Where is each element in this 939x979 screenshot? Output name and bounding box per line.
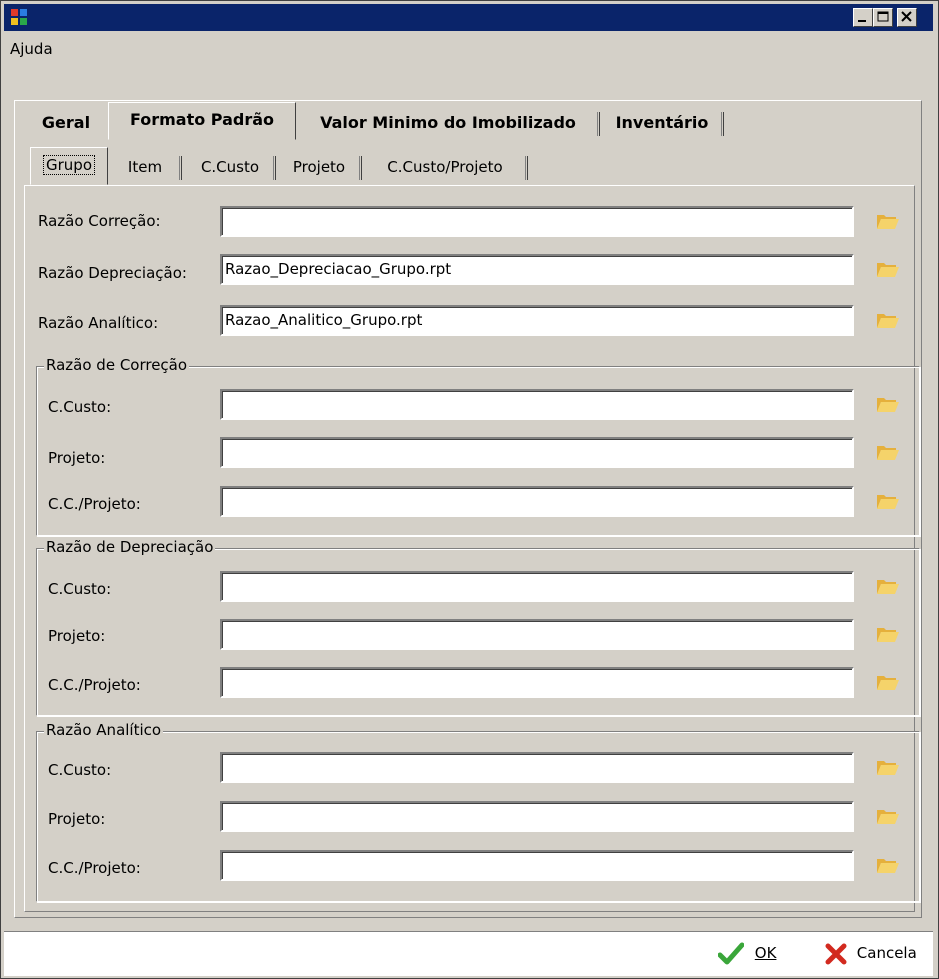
subtab-projeto[interactable]: Projeto bbox=[276, 150, 362, 184]
menu-bar: Ajuda bbox=[4, 34, 933, 64]
depreciacao-cc-projeto-input[interactable] bbox=[220, 667, 854, 698]
folder-open-icon[interactable] bbox=[876, 624, 900, 644]
group-title: Razão Analítico bbox=[44, 721, 164, 739]
tab-geral-label: Geral bbox=[41, 113, 91, 132]
row-label: Projeto: bbox=[48, 449, 106, 467]
row-label: C.C./Projeto: bbox=[48, 859, 141, 877]
ok-button[interactable]: OK bbox=[717, 938, 777, 968]
close-icon bbox=[901, 11, 912, 22]
minimize-icon bbox=[858, 20, 866, 22]
tab-formato-padrao[interactable]: Formato Padrão bbox=[108, 102, 296, 140]
cancel-label: Cancela bbox=[856, 944, 917, 962]
group-title: Razão de Depreciação bbox=[44, 538, 216, 556]
tab-valor-minimo[interactable]: Valor Minimo do Imobilizado bbox=[296, 106, 600, 140]
close-button[interactable] bbox=[897, 8, 917, 27]
tab-inventario-label: Inventário bbox=[615, 113, 709, 132]
tab-separator bbox=[721, 112, 724, 136]
group-title: Razão de Correção bbox=[44, 356, 190, 374]
tab-valor-minimo-label: Valor Minimo do Imobilizado bbox=[320, 113, 576, 132]
razao-depreciacao-label: Razão Depreciação: bbox=[38, 264, 187, 282]
cancel-x-icon bbox=[825, 943, 847, 964]
tab-geral[interactable]: Geral bbox=[30, 106, 102, 140]
title-bar bbox=[4, 4, 933, 31]
razao-correcao-label: Razão Correção: bbox=[38, 212, 161, 230]
razao-analitico-input[interactable]: Razao_Analitico_Grupo.rpt bbox=[220, 305, 854, 336]
row-label: C.Custo: bbox=[48, 580, 112, 598]
row-label: Projeto: bbox=[48, 810, 106, 828]
folder-open-icon[interactable] bbox=[876, 442, 900, 462]
subtab-ccusto-projeto-label: C.Custo/Projeto bbox=[387, 158, 503, 176]
analitico-cc-projeto-input[interactable] bbox=[220, 850, 854, 881]
folder-open-icon[interactable] bbox=[876, 259, 900, 279]
row-label: C.C./Projeto: bbox=[48, 676, 141, 694]
folder-open-icon[interactable] bbox=[876, 806, 900, 826]
depreciacao-ccusto-input[interactable] bbox=[220, 571, 854, 602]
analitico-projeto-input[interactable] bbox=[220, 801, 854, 832]
subtab-grupo[interactable]: Grupo bbox=[30, 147, 108, 185]
row-label: C.Custo: bbox=[48, 398, 112, 416]
folder-open-icon[interactable] bbox=[876, 855, 900, 875]
tab-separator bbox=[179, 156, 182, 180]
correcao-ccusto-input[interactable] bbox=[220, 389, 854, 420]
folder-open-icon[interactable] bbox=[876, 672, 900, 692]
razao-analitico-label: Razão Analítico: bbox=[38, 314, 159, 332]
razao-depreciacao-input[interactable]: Razao_Depreciacao_Grupo.rpt bbox=[220, 254, 854, 285]
checkmark-icon bbox=[717, 942, 745, 964]
row-label: C.Custo: bbox=[48, 761, 112, 779]
analitico-ccusto-input[interactable] bbox=[220, 752, 854, 783]
tab-formato-padrao-label: Formato Padrão bbox=[129, 110, 275, 129]
folder-open-icon[interactable] bbox=[876, 491, 900, 511]
footer-bar bbox=[4, 931, 933, 976]
folder-open-icon[interactable] bbox=[876, 394, 900, 414]
subtab-grupo-label: Grupo bbox=[43, 155, 95, 175]
razao-correcao-input[interactable] bbox=[220, 206, 854, 237]
ok-label: OK bbox=[754, 944, 777, 962]
row-label: Projeto: bbox=[48, 627, 106, 645]
folder-open-icon[interactable] bbox=[876, 757, 900, 777]
subtab-ccusto[interactable]: C.Custo bbox=[184, 150, 276, 184]
row-label: C.C./Projeto: bbox=[48, 495, 141, 513]
subtab-item[interactable]: Item bbox=[108, 150, 182, 184]
folder-open-icon[interactable] bbox=[876, 310, 900, 330]
correcao-cc-projeto-input[interactable] bbox=[220, 486, 854, 517]
maximize-icon bbox=[877, 11, 889, 22]
subtab-projeto-label: Projeto bbox=[292, 158, 346, 176]
correcao-projeto-input[interactable] bbox=[220, 437, 854, 468]
subtab-ccusto-label: C.Custo bbox=[200, 158, 260, 176]
menu-ajuda[interactable]: Ajuda bbox=[10, 40, 53, 58]
cancel-button[interactable]: Cancela bbox=[824, 938, 917, 968]
minimize-button[interactable] bbox=[853, 8, 873, 27]
tab-separator bbox=[525, 156, 528, 180]
depreciacao-projeto-input[interactable] bbox=[220, 619, 854, 650]
subtab-item-label: Item bbox=[127, 158, 163, 176]
maximize-button[interactable] bbox=[873, 8, 893, 27]
folder-open-icon[interactable] bbox=[876, 211, 900, 231]
subtab-ccusto-projeto[interactable]: C.Custo/Projeto bbox=[362, 150, 528, 184]
folder-open-icon[interactable] bbox=[876, 576, 900, 596]
tab-inventario[interactable]: Inventário bbox=[600, 106, 724, 140]
app-icon bbox=[11, 9, 27, 25]
